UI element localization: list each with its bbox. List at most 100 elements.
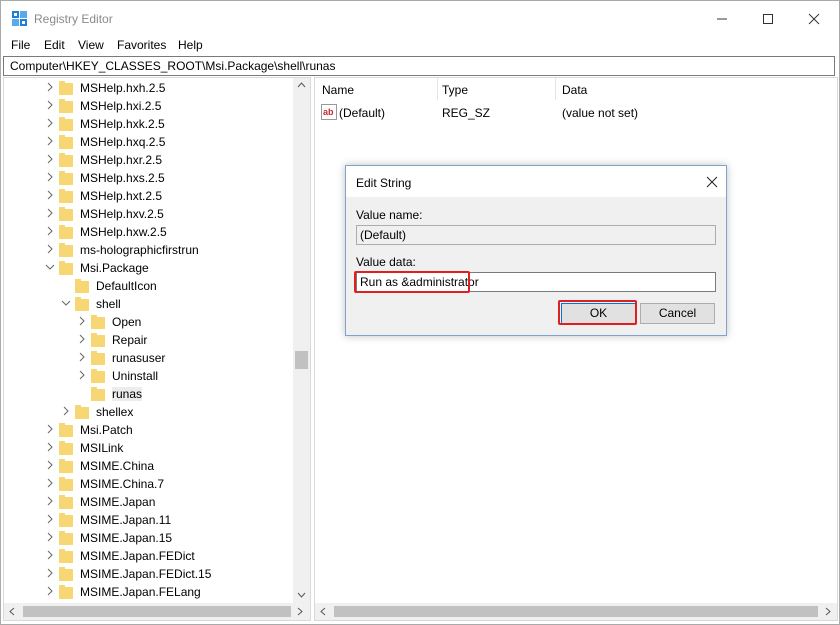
tree-vertical-scrollbar[interactable] xyxy=(293,78,310,604)
chevron-right-icon[interactable] xyxy=(61,405,71,417)
tree-item[interactable]: runasuser xyxy=(4,349,292,367)
tree-item-label: MSIME.Japan.FEDict.15 xyxy=(80,567,211,581)
menu-view[interactable]: View xyxy=(78,38,104,52)
tree-item[interactable]: MSHelp.hxs.2.5 xyxy=(4,169,292,187)
scroll-right-icon[interactable] xyxy=(825,607,831,616)
column-divider[interactable] xyxy=(437,78,438,100)
chevron-right-icon[interactable] xyxy=(45,531,55,543)
tree-item[interactable]: MSHelp.hxr.2.5 xyxy=(4,151,292,169)
chevron-right-icon[interactable] xyxy=(45,153,55,165)
tree-item[interactable]: Uninstall xyxy=(4,367,292,385)
scroll-left-icon[interactable] xyxy=(320,607,326,616)
tree-item[interactable]: Open xyxy=(4,313,292,331)
chevron-right-icon[interactable] xyxy=(45,513,55,525)
chevron-right-icon[interactable] xyxy=(45,459,55,471)
chevron-right-icon[interactable] xyxy=(45,441,55,453)
tree-item[interactable]: MSIME.Japan.11 xyxy=(4,511,292,529)
column-header-data[interactable]: Data xyxy=(562,83,587,97)
column-header-type[interactable]: Type xyxy=(442,83,468,97)
chevron-right-icon[interactable] xyxy=(77,315,87,327)
tree-item[interactable]: DefaultIcon xyxy=(4,277,292,295)
edit-string-dialog: Edit String Value name: (Default) Value … xyxy=(345,165,727,336)
registry-editor-app-icon xyxy=(12,11,28,27)
cancel-button[interactable]: Cancel xyxy=(640,303,715,324)
chevron-right-icon[interactable] xyxy=(45,81,55,93)
tree-item[interactable]: MSHelp.hxq.2.5 xyxy=(4,133,292,151)
chevron-down-icon[interactable] xyxy=(61,297,71,309)
chevron-right-icon[interactable] xyxy=(45,99,55,111)
chevron-right-icon[interactable] xyxy=(77,333,87,345)
minimize-button[interactable] xyxy=(699,1,745,35)
tree-item[interactable]: MSHelp.hxt.2.5 xyxy=(4,187,292,205)
value-row[interactable]: ab (Default) REG_SZ (value not set) xyxy=(315,104,815,122)
chevron-right-icon[interactable] xyxy=(45,423,55,435)
chevron-right-icon[interactable] xyxy=(45,189,55,201)
tree-item[interactable]: MSIME.China.7 xyxy=(4,475,292,493)
menu-help[interactable]: Help xyxy=(178,38,203,52)
tree-item-label: shell xyxy=(96,297,121,311)
tree-item[interactable]: MSIME.China xyxy=(4,457,292,475)
tree-item[interactable]: MSILink xyxy=(4,439,292,457)
value-data: (value not set) xyxy=(562,106,638,120)
chevron-right-icon[interactable] xyxy=(45,171,55,183)
tree-hscroll-thumb[interactable] xyxy=(23,606,291,617)
maximize-button[interactable] xyxy=(745,1,791,35)
scroll-left-icon[interactable] xyxy=(9,607,15,616)
folder-icon xyxy=(58,98,74,114)
chevron-right-icon[interactable] xyxy=(77,369,87,381)
tree-item[interactable]: shell xyxy=(4,295,292,313)
menu-file[interactable]: File xyxy=(11,38,30,52)
values-horizontal-scrollbar[interactable] xyxy=(314,603,838,621)
chevron-right-icon[interactable] xyxy=(45,495,55,507)
close-button[interactable] xyxy=(791,1,837,35)
values-hscroll-thumb[interactable] xyxy=(334,606,818,617)
tree-item[interactable]: MSIME.Japan xyxy=(4,493,292,511)
tree-item[interactable]: ms-holographicfirstrun xyxy=(4,241,292,259)
chevron-right-icon[interactable] xyxy=(45,117,55,129)
tree-item[interactable]: MSHelp.hxv.2.5 xyxy=(4,205,292,223)
tree-item[interactable]: MSIME.Japan.15 xyxy=(4,529,292,547)
chevron-down-icon[interactable] xyxy=(45,261,55,273)
tree-item[interactable]: Repair xyxy=(4,331,292,349)
chevron-right-icon[interactable] xyxy=(45,225,55,237)
tree-item[interactable]: MSHelp.hxk.2.5 xyxy=(4,115,292,133)
tree-item[interactable]: Msi.Package xyxy=(4,259,292,277)
dialog-close-icon[interactable] xyxy=(704,174,720,190)
dialog-title-bar[interactable]: Edit String xyxy=(346,166,726,197)
column-divider[interactable] xyxy=(555,78,556,100)
folder-icon xyxy=(58,224,74,240)
tree-item[interactable]: MSIME.Japan.FEDict.15 xyxy=(4,565,292,583)
chevron-right-icon[interactable] xyxy=(45,243,55,255)
chevron-right-icon[interactable] xyxy=(45,549,55,561)
column-header-name[interactable]: Name xyxy=(322,83,354,97)
tree-item[interactable]: MSHelp.hxi.2.5 xyxy=(4,97,292,115)
tree-item[interactable]: MSIME.Japan.FELang xyxy=(4,583,292,601)
tree-scroll-thumb[interactable] xyxy=(295,351,308,369)
key-tree-pane[interactable]: MSHelp.hxh.2.5MSHelp.hxi.2.5MSHelp.hxk.2… xyxy=(3,77,311,605)
menu-edit[interactable]: Edit xyxy=(44,38,65,52)
scroll-right-icon[interactable] xyxy=(297,607,303,616)
tree-item[interactable]: runas xyxy=(4,385,292,403)
folder-icon xyxy=(58,512,74,528)
tree-item[interactable]: MSHelp.hxh.2.5 xyxy=(4,79,292,97)
values-pane[interactable]: Name Type Data ab (Default) REG_SZ (valu… xyxy=(314,77,838,605)
chevron-right-icon[interactable] xyxy=(45,585,55,597)
chevron-right-icon[interactable] xyxy=(77,351,87,363)
chevron-right-icon[interactable] xyxy=(45,135,55,147)
string-value-icon: ab xyxy=(321,104,337,120)
menu-favorites[interactable]: Favorites xyxy=(117,38,166,52)
title-bar[interactable]: Registry Editor xyxy=(1,1,839,35)
scroll-up-icon[interactable] xyxy=(297,82,306,88)
chevron-right-icon[interactable] xyxy=(45,207,55,219)
address-bar[interactable]: Computer\HKEY_CLASSES_ROOT\Msi.Package\s… xyxy=(3,56,835,76)
tree-item[interactable]: shellex xyxy=(4,403,292,421)
chevron-right-icon[interactable] xyxy=(45,567,55,579)
scroll-down-icon[interactable] xyxy=(297,592,306,598)
tree-item[interactable]: MSHelp.hxw.2.5 xyxy=(4,223,292,241)
folder-icon xyxy=(58,260,74,276)
tree-horizontal-scrollbar[interactable] xyxy=(3,603,311,621)
folder-icon xyxy=(58,566,74,582)
tree-item[interactable]: MSIME.Japan.FEDict xyxy=(4,547,292,565)
chevron-right-icon[interactable] xyxy=(45,477,55,489)
tree-item[interactable]: Msi.Patch xyxy=(4,421,292,439)
